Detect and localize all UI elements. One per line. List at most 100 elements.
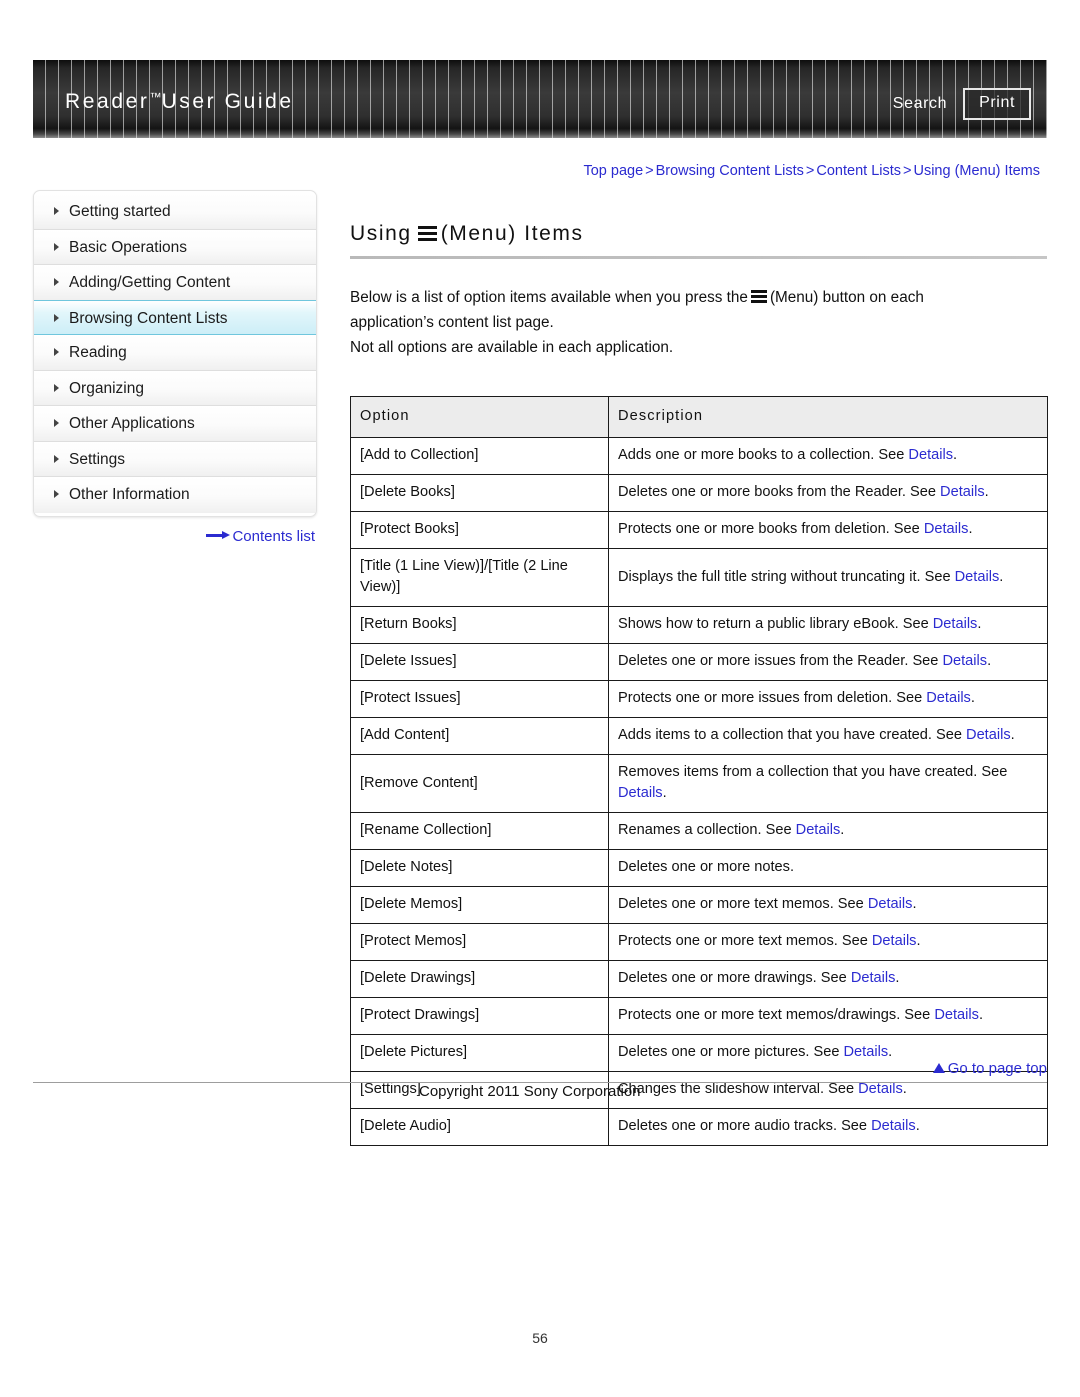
cell-description: Deletes one or more text memos. See Deta… — [608, 886, 1048, 924]
breadcrumb-item-browsing-content-lists[interactable]: Browsing Content Lists — [656, 163, 804, 179]
breadcrumb-item-content-lists[interactable]: Content Lists — [816, 163, 901, 179]
description-text: Adds items to a collection that you have… — [618, 727, 967, 743]
sidebar-navigation: Getting started Basic Operations Adding/… — [33, 190, 317, 517]
sidebar-item-adding-getting-content[interactable]: Adding/Getting Content — [34, 265, 316, 301]
cell-description: Displays the full title string without t… — [608, 548, 1048, 607]
details-link[interactable]: Details — [933, 616, 978, 632]
sidebar-item-label: Other Applications — [69, 415, 195, 432]
details-link[interactable]: Details — [872, 933, 917, 949]
details-link[interactable]: Details — [955, 569, 1000, 585]
copyright-text: Copyright 2011 Sony Corporation — [419, 1083, 641, 1100]
details-link[interactable]: Details — [851, 970, 896, 986]
description-text: Deletes one or more notes. — [618, 859, 795, 875]
table-row: [Delete Drawings] Deletes one or more dra… — [350, 960, 1048, 998]
table-row: [Title (1 Line View)]/[Title (2 Line Vie… — [350, 548, 1048, 607]
chevron-right-icon — [54, 383, 59, 392]
sidebar-item-other-information[interactable]: Other Information — [34, 477, 316, 513]
sidebar-item-label: Browsing Content Lists — [69, 309, 228, 327]
breadcrumb: Top page > Browsing Content Lists > Content … — [350, 163, 1040, 179]
description-text-tail: . — [915, 1118, 920, 1134]
breadcrumb-item-current: Using (Menu) Items — [913, 163, 1040, 179]
description-text: Deletes one or more issues from the Read… — [618, 653, 943, 669]
cell-option: [Rename Collection] — [350, 812, 609, 850]
details-link[interactable]: Details — [942, 653, 987, 669]
breadcrumb-item-top-page[interactable]: Top page — [583, 163, 643, 179]
details-link[interactable]: Details — [844, 1044, 889, 1060]
cell-option: [Delete Audio] — [350, 1108, 609, 1146]
sidebar-item-other-applications[interactable]: Other Applications — [34, 406, 316, 442]
site-header-banner: Reader™User Guide Search Print — [33, 60, 1047, 138]
sidebar-item-label: Reading — [69, 344, 127, 361]
details-link[interactable]: Details — [966, 727, 1011, 743]
description-text-tail: . — [953, 447, 958, 463]
description-text-tail: . — [977, 616, 982, 632]
table-row: [Delete Issues] Deletes one or more issue… — [350, 643, 1048, 681]
sidebar-item-organizing[interactable]: Organizing — [34, 370, 316, 406]
sidebar-item-settings[interactable]: Settings — [34, 441, 316, 477]
description-text: Deletes one or more drawings. See — [618, 970, 851, 986]
details-link[interactable]: Details — [796, 822, 841, 838]
header-actions: Search Print — [893, 88, 1031, 120]
sidebar-item-label: Organizing — [69, 379, 144, 397]
chevron-right-icon — [54, 454, 59, 463]
details-link[interactable]: Details — [934, 1007, 979, 1023]
description-text: Protects one or more books from deletion… — [618, 521, 924, 537]
contents-list-link[interactable]: Contents list — [33, 528, 315, 545]
cell-option: [Protect Drawings] — [350, 997, 609, 1035]
intro-line-1-before: Below is a list of option items availabl… — [350, 289, 748, 306]
option-items-table: Option Description [Add to Collection] Ad… — [350, 396, 1048, 1146]
menu-hamburger-icon — [750, 290, 767, 303]
details-link[interactable]: Details — [618, 785, 663, 801]
description-text: Adds one or more books to a collection. … — [618, 447, 909, 463]
chevron-right-icon — [54, 419, 59, 427]
site-title-rest: User Guide — [161, 90, 294, 113]
details-link[interactable]: Details — [868, 896, 913, 912]
sidebar-item-reading[interactable]: Reading — [34, 335, 316, 371]
description-text: Deletes one or more pictures. See — [618, 1044, 844, 1060]
table-row: [Protect Memos] Protects one or more text… — [350, 923, 1048, 961]
cell-description: Renames a collection. See Details. — [608, 812, 1048, 850]
description-text: Deletes one or more text memos. See — [618, 896, 868, 912]
sidebar-item-label: Basic Operations — [69, 238, 188, 256]
table-row: [Protect Issues] Protects one or more iss… — [350, 680, 1048, 718]
description-text: Changes the slideshow interval. See — [618, 1081, 859, 1097]
cell-description: Adds one or more books to a collection. … — [608, 437, 1048, 475]
sidebar-item-basic-operations[interactable]: Basic Operations — [34, 229, 316, 265]
details-link[interactable]: Details — [871, 1118, 916, 1134]
description-text: Shows how to return a public library eBo… — [618, 616, 933, 632]
table-row: [Add Content] Adds items to a collection … — [350, 717, 1048, 755]
sidebar-item-label: Other Information — [69, 486, 190, 503]
sidebar-item-browsing-content-lists[interactable]: Browsing Content Lists — [34, 299, 316, 335]
cell-option: [Add to Collection] — [350, 437, 609, 475]
sidebar-item-getting-started[interactable]: Getting started — [34, 194, 316, 230]
details-link[interactable]: Details — [924, 521, 969, 537]
site-title: Reader™User Guide — [65, 90, 294, 114]
description-text-tail: . — [968, 521, 973, 537]
cell-description: Protects one or more text memos. See Det… — [608, 923, 1048, 961]
cell-option: [Return Books] — [350, 606, 609, 644]
search-link[interactable]: Search — [893, 95, 947, 113]
description-text-tail: . — [902, 1081, 907, 1097]
description-text: Protects one or more text memos/drawings… — [618, 1007, 935, 1023]
table-row: [Return Books] Shows how to return a publ… — [350, 606, 1048, 644]
contents-list-label: Contents list — [232, 528, 315, 545]
breadcrumb-separator: > — [645, 163, 654, 179]
details-link[interactable]: Details — [940, 484, 985, 500]
description-text-tail: . — [662, 785, 667, 801]
menu-hamburger-icon — [417, 226, 437, 242]
details-link[interactable]: Details — [858, 1081, 903, 1097]
intro-line-1: Below is a list of option items availabl… — [350, 285, 1047, 310]
page-number: 56 — [532, 1330, 548, 1346]
go-to-page-top-link[interactable]: Go to page top — [350, 1060, 1047, 1077]
breadcrumb-separator: > — [903, 163, 912, 179]
cell-option: [Delete Memos] — [350, 886, 609, 924]
print-button[interactable]: Print — [963, 88, 1031, 120]
chevron-right-icon — [54, 242, 59, 251]
cell-description: Adds items to a collection that you have… — [608, 717, 1048, 755]
description-text-tail: . — [984, 484, 989, 500]
description-text: Renames a collection. See — [618, 822, 796, 838]
table-row: [Add to Collection] Adds one or more book… — [350, 437, 1048, 475]
details-link[interactable]: Details — [908, 447, 953, 463]
description-text-tail: . — [987, 653, 992, 669]
details-link[interactable]: Details — [926, 690, 971, 706]
